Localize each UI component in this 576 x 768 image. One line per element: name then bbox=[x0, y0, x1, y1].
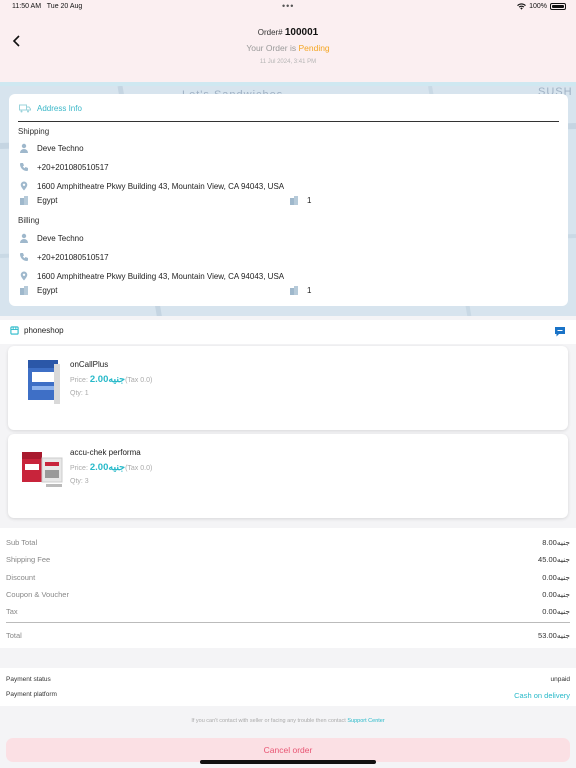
product-card[interactable]: onCallPlus Price: 2.00جنيه(Tax 0.0) Qty:… bbox=[8, 346, 568, 430]
total-row: Total 53.00جنيه bbox=[6, 631, 570, 640]
support-center-link[interactable]: Support Center bbox=[347, 718, 384, 724]
address-card: Address Info Shipping Deve Techno +20+20… bbox=[9, 94, 568, 306]
order-number: 100001 bbox=[284, 27, 319, 38]
person-icon bbox=[20, 143, 28, 153]
status-right: 100% bbox=[517, 3, 566, 10]
multitask-dots[interactable]: ••• bbox=[282, 1, 294, 11]
building-icon bbox=[290, 196, 298, 205]
product-card[interactable]: accu-chek performa Price: 2.00جنيه(Tax 0… bbox=[8, 434, 568, 518]
payment-status-value: unpaid bbox=[550, 676, 570, 683]
divider bbox=[6, 622, 570, 623]
billing-street-row: 1600 Amphitheatre Pkwy Building 43, Moun… bbox=[19, 271, 284, 281]
payment-platform-value: Cash on delivery bbox=[514, 691, 570, 700]
product-price-line: Price: 2.00جنيه(Tax 0.0) bbox=[70, 374, 153, 385]
cancel-order-button[interactable]: Cancel order bbox=[6, 738, 570, 762]
truck-icon bbox=[19, 104, 31, 113]
order-status-line: Your Order is Pending bbox=[246, 43, 330, 53]
billing-title: Billing bbox=[18, 216, 40, 225]
product-price-line: Price: 2.00جنيه(Tax 0.0) bbox=[70, 462, 153, 473]
building-icon bbox=[20, 286, 28, 295]
shipping-name-row: Deve Techno bbox=[19, 143, 84, 153]
phone-icon bbox=[20, 253, 28, 261]
support-note: If you can't contact with seller or faci… bbox=[191, 718, 385, 724]
chat-icon[interactable] bbox=[554, 326, 566, 337]
payment-status-row: Payment status unpaid bbox=[6, 676, 570, 683]
person-icon bbox=[20, 233, 28, 243]
address-info-header: Address Info bbox=[19, 104, 82, 113]
billing-unit: 1 bbox=[289, 285, 311, 295]
divider bbox=[18, 121, 559, 122]
status-bar: 11:50 AM Tue 20 Aug ••• 100% bbox=[0, 0, 576, 14]
product-tax: (Tax 0.0) bbox=[125, 465, 153, 472]
payment-platform-row: Payment platform Cash on delivery bbox=[6, 691, 570, 700]
discount-row: Discount 0.00جنيه bbox=[6, 573, 570, 582]
order-date: 11 Jul 2024, 3:41 PM bbox=[259, 59, 317, 65]
shipping-country-row: Egypt bbox=[19, 195, 57, 205]
store-icon bbox=[10, 326, 19, 335]
phone-icon bbox=[20, 163, 28, 171]
product-image-oncallplus bbox=[28, 360, 60, 404]
payment-info: Payment status unpaid Payment platform Cas… bbox=[0, 668, 576, 706]
product-tax: (Tax 0.0) bbox=[125, 377, 153, 384]
order-header: Order# 100001 Your Order is Pending 11 J… bbox=[0, 14, 576, 82]
shipping-unit: 1 bbox=[289, 195, 311, 205]
order-status: Pending bbox=[298, 43, 330, 53]
product-name: onCallPlus bbox=[70, 360, 109, 369]
order-totals: Sub Total 8.00جنيه Shipping Fee 45.00جنيه … bbox=[0, 528, 576, 648]
billing-name-row: Deve Techno bbox=[19, 233, 84, 243]
tax-row: Tax 0.00جنيه bbox=[6, 607, 570, 616]
home-indicator[interactable] bbox=[200, 760, 376, 764]
location-pin-icon bbox=[20, 181, 28, 191]
shipping-fee-row: Shipping Fee 45.00جنيه bbox=[6, 555, 570, 564]
shop-row: phoneshop bbox=[0, 320, 576, 344]
billing-phone-row: +20+201080510517 bbox=[19, 252, 109, 262]
building-icon bbox=[20, 196, 28, 205]
billing-country-row: Egypt bbox=[19, 285, 57, 295]
subtotal-row: Sub Total 8.00جنيه bbox=[6, 538, 570, 547]
wifi-icon bbox=[517, 3, 526, 10]
coupon-row: Coupon & Voucher 0.00جنيه bbox=[6, 590, 570, 599]
product-qty: Qty: 3 bbox=[70, 478, 89, 485]
status-time: 11:50 AM Tue 20 Aug bbox=[12, 3, 83, 10]
shipping-title: Shipping bbox=[18, 127, 50, 136]
product-image-accu-chek bbox=[22, 452, 63, 487]
battery-percent: 100% bbox=[529, 3, 547, 10]
battery-icon bbox=[550, 3, 566, 10]
order-number-line: Order# 100001 bbox=[257, 27, 319, 38]
product-price: 2.00جنيه bbox=[89, 462, 126, 473]
shipping-phone-row: +20+201080510517 bbox=[19, 162, 109, 172]
location-pin-icon bbox=[20, 271, 28, 281]
product-name: accu-chek performa bbox=[70, 448, 141, 457]
shipping-street-row: 1600 Amphitheatre Pkwy Building 43, Moun… bbox=[19, 181, 284, 191]
shop-name[interactable]: phoneshop bbox=[10, 326, 64, 335]
product-qty: Qty: 1 bbox=[70, 390, 89, 397]
product-price: 2.00جنيه bbox=[89, 374, 126, 385]
building-icon bbox=[290, 286, 298, 295]
